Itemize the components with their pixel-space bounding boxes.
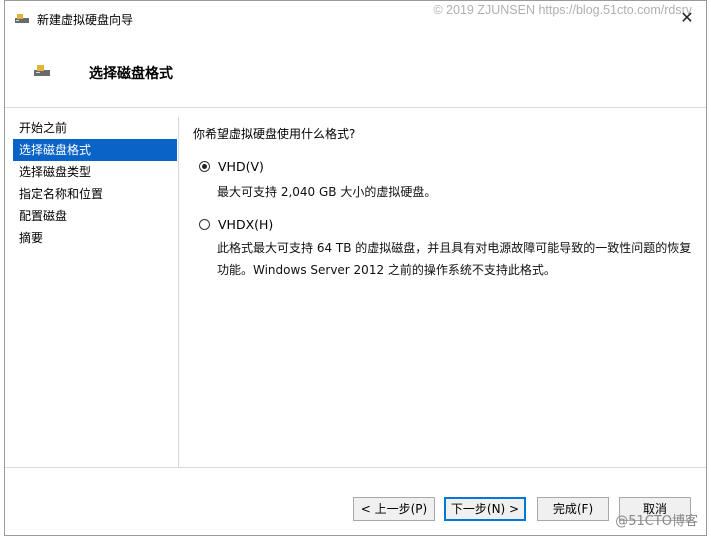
vhdx-radio-option[interactable]: VHDX(H): [199, 217, 273, 232]
nav-item-name-and-location[interactable]: 指定名称和位置: [13, 183, 177, 205]
wizard-footer: < 上一步(P) 下一步(N) > 完成(F) 取消 @51CTO博客: [5, 467, 706, 535]
format-question: 你希望虚拟硬盘使用什么格式?: [193, 127, 356, 141]
disk-icon: [34, 65, 50, 76]
close-icon: ✕: [680, 8, 694, 27]
nav-item-configure-disk[interactable]: 配置磁盘: [13, 205, 177, 227]
window-title: 新建虚拟硬盘向导: [37, 13, 134, 27]
footer-divider: [5, 467, 706, 468]
next-button[interactable]: 下一步(N) >: [444, 497, 526, 521]
corner-watermark: @51CTO博客: [615, 514, 698, 529]
title-bar[interactable]: 新建虚拟硬盘向导 © 2019 ZJUNSEN https://blog.51c…: [5, 1, 706, 35]
vhdx-description: 此格式最大可支持 64 TB 的虚拟磁盘，并且具有对电源故障可能导致的一致性问题…: [217, 241, 692, 277]
vhd-label[interactable]: VHD(V): [218, 159, 264, 174]
close-button[interactable]: ✕: [676, 7, 698, 29]
finish-button[interactable]: 完成(F): [537, 497, 609, 521]
nav-item-summary[interactable]: 摘要: [13, 227, 177, 249]
vhdx-label[interactable]: VHDX(H): [218, 217, 273, 232]
previous-button[interactable]: < 上一步(P): [353, 497, 435, 521]
nav-item-choose-disk-type[interactable]: 选择磁盘类型: [13, 161, 177, 183]
nav-item-before-you-begin[interactable]: 开始之前: [13, 117, 177, 139]
watermark-text: © 2019 ZJUNSEN https://blog.51cto.com/rd…: [433, 3, 692, 17]
nav-item-choose-disk-format[interactable]: 选择磁盘格式: [13, 139, 177, 161]
wizard-steps-nav: 开始之前 选择磁盘格式 选择磁盘类型 指定名称和位置 配置磁盘 摘要: [13, 117, 177, 249]
vhd-description: 最大可支持 2,040 GB 大小的虚拟硬盘。: [217, 185, 437, 199]
wizard-window: 新建虚拟硬盘向导 © 2019 ZJUNSEN https://blog.51c…: [4, 0, 707, 536]
vhd-radio-button[interactable]: [199, 161, 210, 172]
page-title: 选择磁盘格式: [89, 66, 173, 82]
vhdx-radio-button[interactable]: [199, 219, 210, 230]
vhd-radio-option[interactable]: VHD(V): [199, 159, 264, 174]
wizard-header: 选择磁盘格式: [5, 35, 706, 108]
nav-divider: [178, 117, 179, 467]
disk-wizard-icon: [15, 14, 29, 23]
